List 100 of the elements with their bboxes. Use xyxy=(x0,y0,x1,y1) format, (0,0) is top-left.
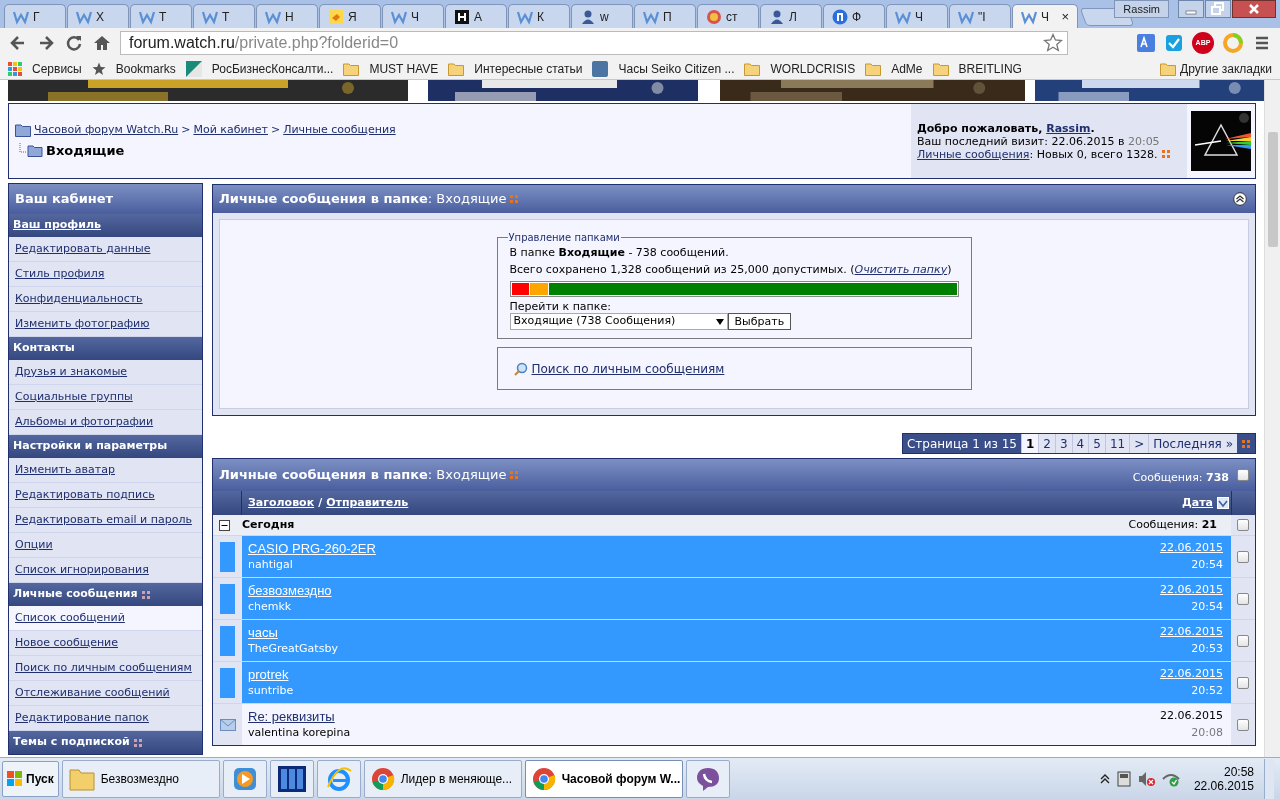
message-date: 22.06.2015 xyxy=(1160,539,1223,556)
page-link[interactable]: 5 xyxy=(1088,434,1105,453)
device-icon[interactable] xyxy=(1115,771,1132,787)
taskbar-button[interactable] xyxy=(685,760,730,798)
folder-icon xyxy=(448,61,465,76)
browser-tab[interactable]: К xyxy=(508,4,570,28)
browser-tab[interactable]: ст xyxy=(697,4,759,28)
browser-tab[interactable]: Ч × xyxy=(1012,4,1078,28)
checkbox[interactable] xyxy=(1237,634,1249,647)
bookmark-item[interactable]: Интересные статьи xyxy=(474,59,583,78)
browser-tab[interactable]: Г xyxy=(4,4,66,28)
windows-logo-icon xyxy=(7,771,23,787)
page-link[interactable]: > xyxy=(1129,434,1149,453)
tree-branch-icon xyxy=(19,143,43,158)
checkbox[interactable] xyxy=(1237,592,1249,605)
network-icon[interactable] xyxy=(1161,771,1180,787)
browser-tab[interactable]: Ч xyxy=(382,4,444,28)
page-link[interactable]: Последняя » xyxy=(1148,434,1237,453)
profile-button[interactable]: Rassim xyxy=(1114,0,1169,18)
taskbar-button[interactable]: Безвозмездно xyxy=(61,760,220,798)
folder-icon xyxy=(1160,61,1177,76)
bookmark-item[interactable]: MUST HAVE xyxy=(369,59,439,78)
restore-icon[interactable] xyxy=(1205,0,1231,18)
column-header-link[interactable]: Дата xyxy=(1181,494,1213,512)
column-divider: / xyxy=(318,494,323,511)
breadcrumb-link[interactable]: Мой кабинет xyxy=(193,122,268,139)
sidebar-item[interactable]: Список сообщений xyxy=(9,606,202,631)
message-sender: chemkk xyxy=(248,599,292,615)
checkmark-icon[interactable] xyxy=(1164,33,1184,53)
group-label: Сегодня xyxy=(242,516,295,533)
bookmark-item[interactable]: BREITLING xyxy=(958,59,1022,78)
page-link[interactable]: 2 xyxy=(1038,434,1055,453)
bookmark-item[interactable]: Другие закладки xyxy=(1180,59,1272,78)
close-icon[interactable] xyxy=(1232,0,1276,18)
breadcrumb-link[interactable]: Личные сообщения xyxy=(283,122,396,139)
browser-tab[interactable]: Ч xyxy=(886,4,948,28)
browser-tab[interactable]: w xyxy=(571,4,633,28)
panel-title: Личные сообщения в папке: Входящие xyxy=(219,190,507,209)
clear-folder-link[interactable]: Очистить папку xyxy=(854,261,948,278)
section-header[interactable]: Ваш профиль xyxy=(9,214,202,237)
chevron-up-icon[interactable] xyxy=(1099,774,1110,784)
minimize-icon[interactable] xyxy=(1178,0,1204,18)
dropdown-caret-icon xyxy=(715,318,724,325)
bookmark-item[interactable]: WORLDCRISIS xyxy=(770,59,856,78)
reload-icon[interactable] xyxy=(64,33,84,53)
search-messages-link[interactable]: Поиск по личным сообщениям xyxy=(531,359,725,378)
storage-summary: Всего сохранено 1,328 сообщений из 25,000 допустимых. ( xyxy=(509,261,855,278)
browser-tab[interactable]: Л xyxy=(760,4,822,28)
folder-icon xyxy=(15,123,31,138)
browser-tab[interactable]: Т xyxy=(193,4,255,28)
home-icon[interactable] xyxy=(92,33,112,53)
browser-tab[interactable]: Т xyxy=(130,4,192,28)
bookmark-item[interactable]: РосБизнесКонсалти... xyxy=(211,59,334,78)
clock[interactable]: 20:58 22.06.2015 xyxy=(1193,765,1254,793)
column-header-link[interactable]: Отправитель xyxy=(326,494,409,512)
message-time: 20:54 xyxy=(1191,599,1223,615)
checkbox[interactable] xyxy=(1237,469,1249,481)
breadcrumb-link[interactable]: Часовой форум Watch.Ru xyxy=(34,122,179,139)
sort-checkbox-icon[interactable] xyxy=(1217,497,1229,509)
browser-tab[interactable]: Х xyxy=(67,4,129,28)
checkbox[interactable] xyxy=(1237,676,1249,689)
translate-icon[interactable] xyxy=(1136,33,1156,53)
checkbox[interactable] xyxy=(1237,550,1249,563)
page-link[interactable]: 11 xyxy=(1104,434,1130,453)
close-tab-button[interactable]: × xyxy=(1061,6,1069,27)
message-sender: TheGreatGatsby xyxy=(248,641,338,657)
star-icon[interactable] xyxy=(1043,33,1063,53)
select-button[interactable]: Выбрать xyxy=(727,313,792,330)
bookmark-item[interactable]: AdMe xyxy=(891,59,923,78)
username-link[interactable]: Rassim xyxy=(1046,121,1091,135)
message-title-link[interactable]: Re: реквизиты xyxy=(248,709,335,724)
bookmark-item[interactable]: Bookmarks xyxy=(115,59,176,78)
address-bar[interactable]: forum.watch.ru/private.php?folderid=0 xyxy=(120,31,1068,55)
bookmark-item[interactable]: Сервисы xyxy=(32,59,82,78)
browser-tab[interactable]: "I xyxy=(949,4,1011,28)
taskbar-button[interactable] xyxy=(269,760,314,798)
column-header-link[interactable]: Заголовок xyxy=(248,494,315,512)
folder-icon xyxy=(68,766,95,792)
feed-icon xyxy=(510,471,519,479)
taskbar-button[interactable]: Лидер в меняюще... xyxy=(363,760,522,798)
collapse-icon[interactable] xyxy=(1233,192,1247,206)
checkbox[interactable] xyxy=(1237,718,1249,731)
taskbar-button[interactable]: Часовой форум W... xyxy=(524,760,683,798)
bookmark-item[interactable]: Часы Seiko Citizen ... xyxy=(618,59,735,78)
muted-speaker-icon[interactable] xyxy=(1137,771,1156,787)
feed-icon[interactable] xyxy=(1242,439,1250,448)
apps-grid-icon xyxy=(8,61,22,76)
scrollbar[interactable] xyxy=(1264,80,1280,757)
collapse-icon[interactable] xyxy=(219,519,230,531)
envelope-icon xyxy=(219,718,236,731)
browser-tab[interactable]: Ф xyxy=(823,4,885,28)
browser-tab[interactable]: П xyxy=(634,4,696,28)
browser-tab[interactable]: А xyxy=(445,4,507,28)
browser-tab[interactable]: Н xyxy=(256,4,318,28)
goto-folder-label: Перейти к папке: xyxy=(509,300,612,313)
browser-tab[interactable]: Я xyxy=(319,4,381,28)
message-time: 20:54 xyxy=(1191,557,1223,573)
start-button[interactable]: Пуск xyxy=(2,761,59,797)
folder-select[interactable]: Входящие (738 Сообщения) xyxy=(509,313,728,330)
checkbox[interactable] xyxy=(1237,519,1249,531)
